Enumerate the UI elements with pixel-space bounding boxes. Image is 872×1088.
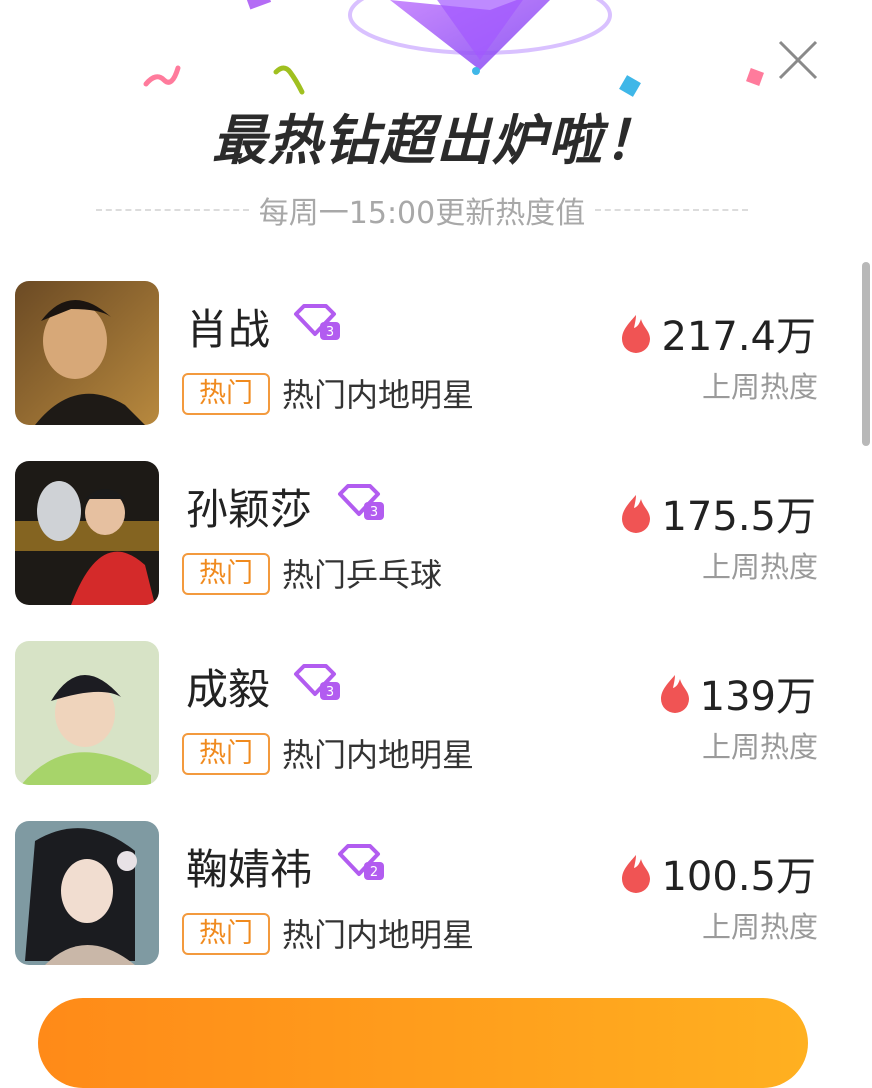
flame-icon	[622, 495, 651, 533]
primary-action-button[interactable]	[38, 998, 808, 1088]
page-title: 最热钻超出炉啦！	[212, 109, 660, 172]
list-item[interactable]: 孙颖莎 3 热门 热门乒乓球 175.5万 上周热度	[0, 460, 872, 640]
close-icon	[778, 40, 818, 80]
category-label: 热门内地明星	[282, 916, 475, 954]
flame-icon	[622, 855, 651, 893]
avatar	[15, 641, 159, 785]
diamond-level-3-icon: 3	[294, 664, 340, 700]
diamond-level-3-icon: 3	[294, 304, 340, 340]
heat-value: 139万	[699, 674, 816, 720]
celebrity-name: 成毅	[186, 665, 271, 714]
heat-label: 上周热度	[701, 550, 818, 584]
ranking-list: 肖战 3 热门 热门内地明星 217.4万 上周热度 孙颖莎 3 热门 热门乒乓…	[0, 280, 872, 1000]
celebrity-name: 鞠婧祎	[186, 845, 313, 894]
diamond-level-2-icon: 2	[338, 844, 384, 880]
celebrity-name: 肖战	[186, 305, 271, 354]
category-label: 热门乒乓球	[282, 556, 443, 594]
divider-right	[595, 209, 748, 211]
heat-score: 100.5万	[619, 844, 816, 902]
svg-text:3: 3	[370, 505, 378, 520]
hot-tag: 热门	[182, 733, 270, 775]
hot-tag: 热门	[182, 913, 270, 955]
list-item[interactable]: 成毅 3 热门 热门内地明星 139万 上周热度	[0, 640, 872, 820]
close-button[interactable]	[776, 38, 820, 82]
confetti-decoration	[143, 0, 764, 97]
heat-value: 175.5万	[661, 494, 816, 540]
list-item[interactable]: 肖战 3 热门 热门内地明星 217.4万 上周热度	[0, 280, 872, 460]
avatar	[15, 821, 159, 965]
update-note: 每周一15:00更新热度值	[258, 196, 586, 231]
heat-label: 上周热度	[701, 910, 818, 944]
category-label: 热门内地明星	[282, 376, 475, 414]
svg-text:3: 3	[326, 325, 334, 340]
subtitle-row: 每周一15:00更新热度值	[96, 190, 748, 231]
heat-score: 139万	[658, 664, 816, 722]
divider-left	[96, 209, 249, 211]
hot-tag: 热门	[182, 373, 270, 415]
category-label: 热门内地明星	[282, 736, 475, 774]
heat-value: 100.5万	[661, 854, 816, 900]
heat-score: 175.5万	[619, 484, 816, 542]
heat-label: 上周热度	[701, 370, 818, 404]
celebrity-name: 孙颖莎	[186, 485, 313, 534]
flame-icon	[622, 315, 651, 353]
avatar	[15, 461, 159, 605]
heat-score: 217.4万	[619, 304, 816, 362]
list-item[interactable]: 鞠婧祎 2 热门 热门内地明星 100.5万 上周热度	[0, 820, 872, 1000]
heat-label: 上周热度	[701, 730, 818, 764]
flame-icon	[660, 675, 689, 713]
heat-value: 217.4万	[661, 314, 816, 360]
hot-tag: 热门	[182, 553, 270, 595]
avatar	[15, 281, 159, 425]
svg-text:3: 3	[326, 685, 334, 700]
diamond-level-3-icon: 3	[338, 484, 384, 520]
svg-text:2: 2	[370, 865, 378, 880]
